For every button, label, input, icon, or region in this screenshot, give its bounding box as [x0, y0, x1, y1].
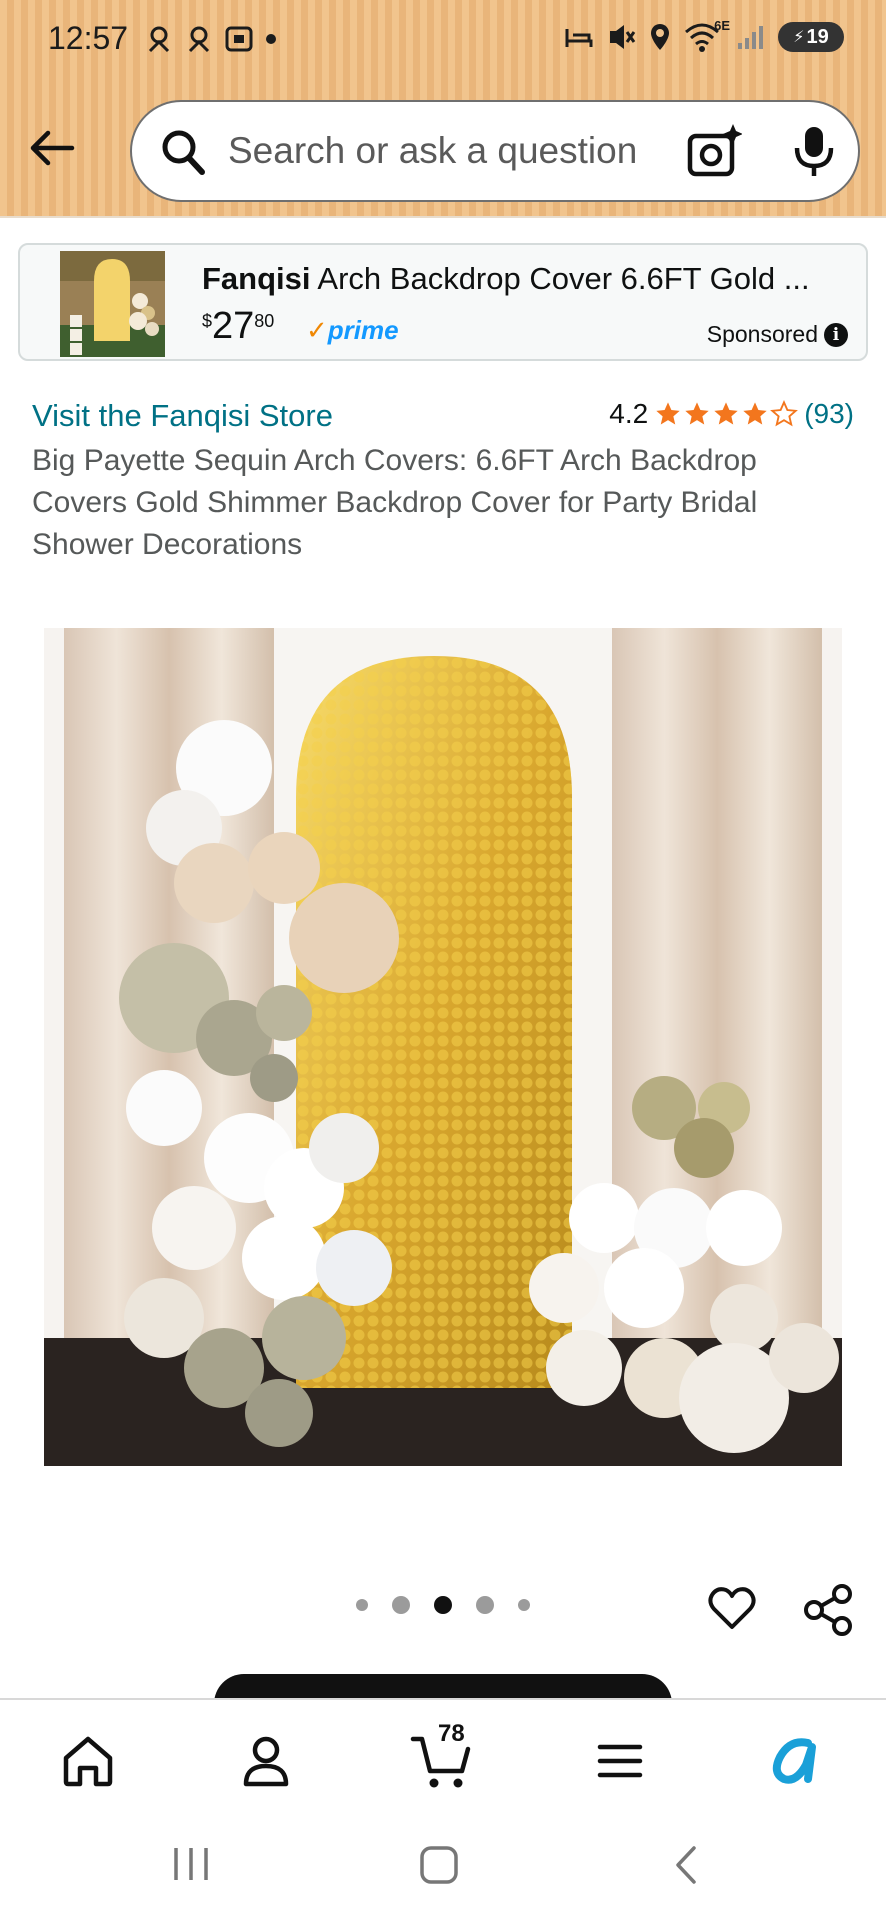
rufus-ai-icon	[772, 1738, 816, 1784]
nav-cart[interactable]: 78	[402, 1720, 482, 1796]
bottom-navigation: 78	[0, 1698, 886, 1810]
share-button[interactable]	[800, 1582, 856, 1643]
system-back-icon[interactable]	[670, 1844, 702, 1886]
sponsored-label[interactable]: Sponsored i	[707, 321, 848, 348]
price-fraction: 80	[254, 311, 275, 331]
rating-stars	[654, 400, 799, 428]
visit-store-link[interactable]: Visit the Fanqisi Store	[32, 398, 333, 434]
share-icon	[804, 1584, 852, 1636]
sponsored-price: $ 27 80	[202, 305, 274, 347]
app-header: 12:57 6E ⚡ 19 Search or ask a question	[0, 0, 886, 218]
price-whole: 27	[212, 305, 255, 347]
star-full-icon	[685, 402, 709, 425]
info-icon[interactable]: i	[824, 322, 848, 347]
price-currency: $	[202, 311, 213, 331]
sponsored-product-card[interactable]: Fanqisi Arch Backdrop Cover 6.6FT Gold .…	[18, 243, 868, 361]
product-title: Big Payette Sequin Arch Covers: 6.6FT Ar…	[32, 444, 758, 561]
android-system-navigation	[0, 1808, 886, 1920]
screenshot-icon	[225, 26, 253, 52]
camera-search-icon[interactable]	[686, 122, 742, 180]
sponsored-product-title[interactable]: Fanqisi Arch Backdrop Cover 6.6FT Gold .…	[202, 261, 842, 297]
nav-home[interactable]	[48, 1726, 128, 1796]
status-system-icons: 6E ⚡ 19	[564, 18, 844, 52]
nav-rufus-assistant[interactable]	[758, 1726, 838, 1796]
prime-badge: ✓prime	[306, 315, 399, 346]
sponsored-title-text: Arch Backdrop Cover 6.6FT Gold ...	[310, 261, 810, 296]
menu-icon	[597, 1744, 643, 1778]
carousel-dot-active[interactable]	[434, 1596, 452, 1614]
wifi-indicator: 6E	[684, 18, 730, 52]
review-count: (93)	[804, 398, 854, 429]
nav-menu[interactable]	[580, 1726, 660, 1796]
battery-indicator: ⚡ 19	[778, 22, 844, 52]
add-to-list-button[interactable]	[706, 1582, 758, 1639]
battery-bolt-icon: ⚡	[793, 29, 805, 46]
prime-check-icon: ✓	[306, 315, 328, 345]
product-photo-illustration	[44, 628, 842, 1466]
status-bar: 12:57 6E ⚡ 19	[0, 0, 886, 80]
notification-icon	[148, 26, 170, 53]
back-button[interactable]	[24, 120, 80, 176]
home-button-icon[interactable]	[418, 1844, 460, 1886]
vibrate-mute-icon	[610, 25, 636, 49]
home-icon	[63, 1736, 113, 1787]
back-arrow-icon	[30, 130, 75, 166]
nav-account[interactable]	[226, 1726, 306, 1796]
carousel-dot[interactable]	[356, 1599, 368, 1611]
star-full-icon	[656, 402, 680, 425]
carousel-dot[interactable]	[518, 1599, 530, 1611]
star-full-icon	[714, 402, 738, 425]
sponsored-product-thumbnail[interactable]	[60, 251, 165, 357]
person-icon	[243, 1736, 289, 1787]
star-empty-icon	[770, 400, 799, 427]
microphone-icon[interactable]	[792, 124, 836, 180]
location-icon	[651, 24, 669, 50]
search-input[interactable]: Search or ask a question	[228, 130, 637, 172]
battery-level: 19	[806, 25, 829, 48]
image-carousel-indicator[interactable]	[356, 1596, 530, 1614]
cart-count-badge: 78	[438, 1720, 465, 1747]
prime-label: prime	[327, 315, 399, 345]
product-image[interactable]	[44, 628, 842, 1466]
sponsored-brand: Fanqisi	[202, 261, 311, 296]
network-type-label: 6E	[714, 18, 730, 33]
carousel-dot[interactable]	[392, 1596, 410, 1614]
status-notification-icons	[144, 24, 278, 54]
dot-icon	[266, 34, 276, 44]
sponsored-text: Sponsored	[706, 321, 818, 347]
heart-icon	[708, 1587, 756, 1629]
signal-icon	[738, 26, 763, 49]
sponsored-product-image	[60, 251, 165, 357]
carousel-dot[interactable]	[476, 1596, 494, 1614]
rating-value: 4.2	[609, 398, 649, 429]
search-icon	[162, 130, 205, 175]
product-rating[interactable]: 4.2 (93)	[609, 398, 854, 430]
status-time: 12:57	[48, 20, 129, 56]
search-bar[interactable]: Search or ask a question	[130, 100, 860, 202]
bed-icon	[565, 29, 593, 47]
notification-icon	[188, 26, 210, 53]
star-full-icon	[743, 402, 767, 425]
recent-apps-icon[interactable]	[170, 1844, 212, 1884]
